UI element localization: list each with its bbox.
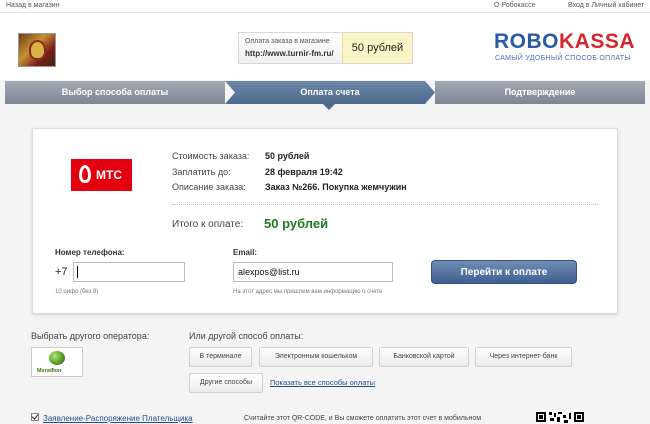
other-method-label: Или другой способ оплаты:: [189, 331, 304, 341]
total-value: 50 рублей: [264, 216, 329, 231]
order-description-value: Заказ №266. Покупка жемчужин: [265, 182, 407, 192]
method-internet-bank-button[interactable]: Через интернет-банк: [475, 347, 572, 367]
phone-label: Номер телефона:: [55, 248, 125, 257]
back-to-shop-link[interactable]: Назад в магазин: [6, 2, 60, 9]
robokassa-logo: ROBOKASSA: [494, 30, 635, 54]
step-confirmation: Подтверждение: [435, 81, 645, 104]
order-cost-value: 50 рублей: [265, 151, 310, 161]
slogan: САМЫЙ УДОБНЫЙ СПОСОБ ОПЛАТЫ: [495, 55, 631, 62]
personal-cabinet-link[interactable]: Вход в Личный кабинет: [568, 2, 644, 9]
order-summary-box: Оплата заказа в магазине http://www.turn…: [238, 32, 413, 64]
mts-egg-icon: [79, 165, 91, 183]
shop-logo: [18, 33, 56, 67]
method-terminal-button[interactable]: В терминале: [189, 347, 252, 367]
step-pay-invoice-active: Оплата счета: [225, 81, 435, 104]
shop-url-link[interactable]: http://www.turnir-fm.ru/: [245, 49, 334, 58]
qr-code-icon: [536, 410, 584, 424]
phone-hint: 10 цифр (без 8): [55, 289, 99, 295]
pay-until-value: 28 февраля 19:42: [265, 167, 343, 177]
order-description-row: Описание заказа: Заказ №266. Покупка жем…: [172, 182, 407, 192]
order-cost-row: Стоимость заказа: 50 рублей: [172, 151, 310, 161]
phone-input[interactable]: [73, 262, 185, 282]
mts-logo: МТС: [71, 159, 132, 191]
total-label: Итого к оплате:: [172, 219, 244, 230]
statement-checkbox[interactable]: [31, 413, 39, 421]
other-operator-label: Выбрать другого оператора:: [31, 331, 150, 341]
order-price: 50 рублей: [342, 33, 412, 63]
about-robokassa-link[interactable]: О Робокассе: [494, 2, 536, 9]
qr-instruction-text: Считайте этот QR-CODE, и Вы сможете опла…: [244, 415, 482, 422]
logo-robo: ROBO: [494, 30, 559, 53]
statement-link[interactable]: Заявление-Распоряжение Плательщика: [43, 414, 193, 423]
method-ewallet-button[interactable]: Электронным кошельком: [259, 347, 373, 367]
order-caption: Оплата заказа в магазине: [245, 38, 330, 45]
proceed-to-payment-button[interactable]: Перейти к оплате: [431, 260, 577, 284]
phone-prefix: +7: [55, 266, 68, 278]
megafon-logo-icon: [49, 351, 65, 365]
megafon-operator-button[interactable]: МегаФон: [31, 347, 83, 377]
method-bank-card-button[interactable]: Банковской картой: [379, 347, 469, 367]
method-other-button[interactable]: Другие способы: [189, 373, 263, 393]
pay-until-row: Заплатить до: 28 февраля 19:42: [172, 167, 343, 177]
logo-kassa: KASSA: [559, 30, 636, 53]
payment-panel: МТС Стоимость заказа: 50 рублей Заплатит…: [32, 128, 618, 314]
step-choose-method: Выбор способа оплаты: [5, 81, 225, 104]
progress-steps: Выбор способа оплаты Подтверждение Оплат…: [5, 81, 645, 110]
email-input[interactable]: alexpos@list.ru: [233, 262, 393, 282]
active-step-pointer-icon: [323, 104, 335, 110]
email-label: Email:: [233, 248, 258, 257]
top-bar: Назад в магазин О Робокассе Вход в Личны…: [0, 0, 650, 13]
header: Оплата заказа в магазине http://www.turn…: [0, 13, 650, 80]
show-all-methods-link[interactable]: Показать все способы оплаты: [270, 378, 375, 387]
divider: [172, 204, 598, 205]
email-hint: На этот адрес мы пришлем вам информацию …: [233, 289, 383, 295]
megafon-name: МегаФон: [37, 368, 62, 374]
